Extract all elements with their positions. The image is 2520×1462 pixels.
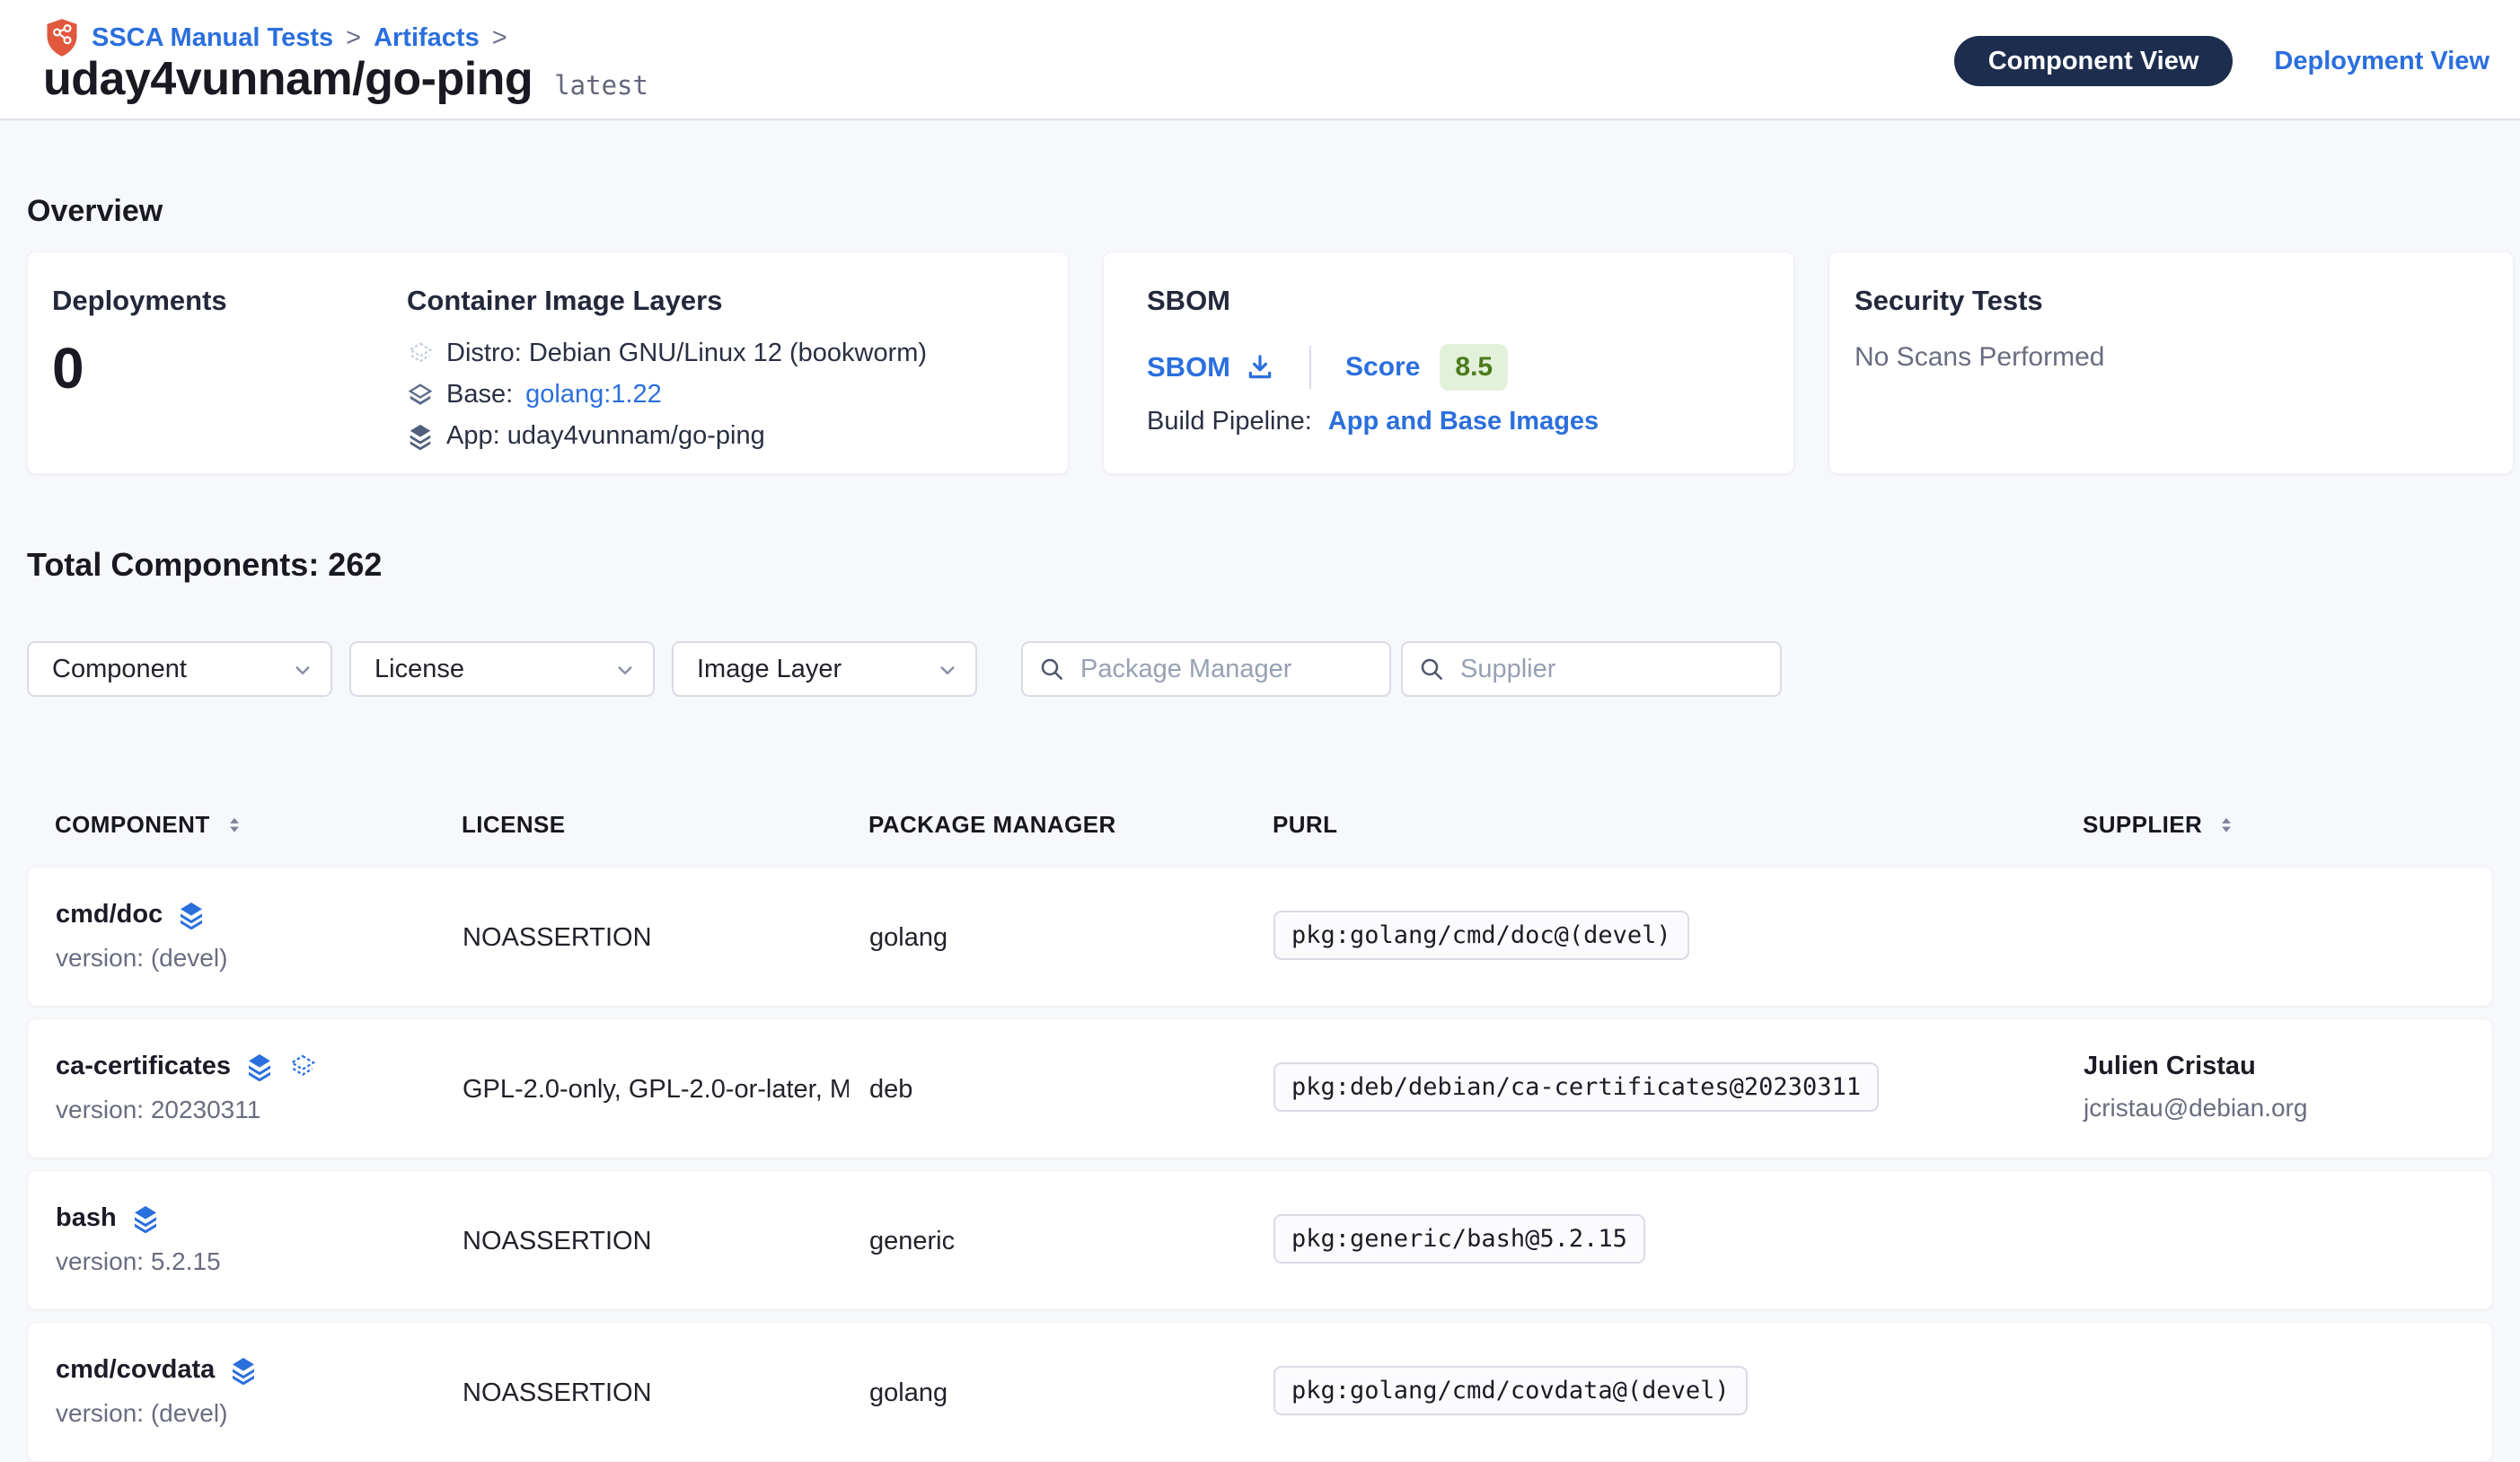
page-title: uday4vunnam/go-ping xyxy=(43,52,533,106)
security-tests-title: Security Tests xyxy=(1855,285,2043,317)
license-filter-label: License xyxy=(374,655,464,683)
chevron-down-icon xyxy=(289,656,316,683)
sbom-download-link[interactable]: SBOM xyxy=(1147,351,1275,383)
purl-badge: pkg:golang/cmd/covdata@(devel) xyxy=(1273,1366,1748,1415)
container-image-layers-title: Container Image Layers xyxy=(407,285,722,317)
sbom-link-label: SBOM xyxy=(1147,351,1230,383)
component-version: version: 20230311 xyxy=(56,1096,317,1124)
app-layer-icon xyxy=(407,423,434,450)
license-cell: NOASSERTION xyxy=(463,923,652,953)
score-label: Score xyxy=(1345,352,1420,383)
component-version: version: (devel) xyxy=(56,944,227,973)
supplier-name: Julien Cristau xyxy=(2084,1052,2307,1081)
chevron-down-icon xyxy=(934,656,961,683)
supplier-search-input[interactable] xyxy=(1401,641,1782,697)
breadcrumb-link-ssca[interactable]: SSCA Manual Tests xyxy=(92,23,333,53)
package-manager-search xyxy=(1021,641,1391,697)
base-image-link[interactable]: golang:1.22 xyxy=(525,380,662,410)
overview-title: Overview xyxy=(27,194,163,229)
vertical-divider xyxy=(1309,346,1311,389)
score-badge: 8.5 xyxy=(1440,344,1508,391)
component-name: cmd/doc xyxy=(56,900,163,929)
filter-bar: Component License Image Layer xyxy=(27,641,1782,697)
column-header-package-manager: PACKAGE MANAGER xyxy=(868,811,1116,839)
component-name: ca-certificates xyxy=(56,1052,231,1081)
artifact-tag: latest xyxy=(554,70,648,101)
distro-layer-label: Distro: Debian GNU/Linux 12 (bookworm) xyxy=(446,339,927,368)
component-filter-label: Component xyxy=(52,655,187,683)
table-row[interactable]: ca-certificates version: 20230311 xyxy=(27,1018,2493,1158)
distro-layer-icon xyxy=(288,1052,317,1081)
package-manager-search-input[interactable] xyxy=(1021,641,1391,697)
security-tests-status: No Scans Performed xyxy=(1855,342,2104,373)
components-table-header: COMPONENT LICENSE PACKAGE MANAGER PURL S… xyxy=(0,811,2520,847)
license-cell: NOASSERTION xyxy=(463,1227,652,1256)
component-name: bash xyxy=(56,1203,117,1233)
column-header-supplier: SUPPLIER xyxy=(2083,811,2202,839)
distro-layer-row: Distro: Debian GNU/Linux 12 (bookworm) xyxy=(407,339,927,368)
app-layer-icon xyxy=(245,1052,274,1081)
base-layer-icon xyxy=(407,382,434,409)
image-layer-filter-dropdown[interactable]: Image Layer xyxy=(672,641,977,697)
search-icon xyxy=(1037,655,1066,683)
chevron-down-icon xyxy=(612,656,639,683)
deployments-count: 0 xyxy=(52,335,84,401)
package-manager-cell: deb xyxy=(869,1075,912,1105)
component-version: version: (devel) xyxy=(56,1399,258,1428)
app-layer-icon xyxy=(229,1356,258,1385)
image-layer-filter-label: Image Layer xyxy=(697,655,841,683)
search-icon xyxy=(1417,655,1446,683)
table-row[interactable]: cmd/doc version: (devel) NOASSERTION gol… xyxy=(27,867,2493,1007)
base-layer-label: Base: xyxy=(446,380,513,410)
app-layer-label: App: uday4vunnam/go-ping xyxy=(446,421,765,451)
component-version: version: 5.2.15 xyxy=(56,1247,221,1276)
column-header-purl: PURL xyxy=(1273,811,1337,839)
component-filter-dropdown[interactable]: Component xyxy=(27,641,332,697)
supplier-search xyxy=(1401,641,1782,697)
package-manager-cell: generic xyxy=(869,1227,955,1256)
component-view-button[interactable]: Component View xyxy=(1954,36,2234,86)
component-name: cmd/covdata xyxy=(56,1355,215,1385)
column-header-component: COMPONENT xyxy=(55,811,210,839)
breadcrumb-link-artifacts[interactable]: Artifacts xyxy=(374,23,480,53)
purl-badge: pkg:generic/bash@5.2.15 xyxy=(1273,1214,1645,1264)
license-cell: GPL-2.0-only, GPL-2.0-or-later, M... xyxy=(463,1075,849,1105)
deployment-view-button[interactable]: Deployment View xyxy=(2274,47,2489,76)
components-table: cmd/doc version: (devel) NOASSERTION gol… xyxy=(27,867,2493,1462)
license-filter-dropdown[interactable]: License xyxy=(349,641,655,697)
total-components-title: Total Components: 262 xyxy=(27,546,382,584)
deployments-label: Deployments xyxy=(52,285,227,317)
sort-component-button[interactable] xyxy=(223,816,246,834)
build-pipeline-label: Build Pipeline: xyxy=(1147,407,1312,436)
download-icon[interactable] xyxy=(1245,352,1275,383)
security-tests-card: Security Tests No Scans Performed xyxy=(1828,251,2514,474)
app-layer-icon xyxy=(131,1204,160,1233)
column-header-license: LICENSE xyxy=(462,811,565,839)
distro-layer-icon xyxy=(407,340,434,367)
license-cell: NOASSERTION xyxy=(463,1378,652,1408)
table-row[interactable]: cmd/covdata version: (devel) NOASSERTION… xyxy=(27,1322,2493,1462)
breadcrumb-separator: > xyxy=(492,23,507,53)
purl-badge: pkg:deb/debian/ca-certificates@20230311 xyxy=(1273,1062,1879,1112)
supplier-email: jcristau@debian.org xyxy=(2084,1094,2307,1123)
app-layer-row: App: uday4vunnam/go-ping xyxy=(407,421,927,451)
build-pipeline-link[interactable]: App and Base Images xyxy=(1328,407,1599,436)
sbom-card: SBOM SBOM Score 8.5 Build Pipeline: App … xyxy=(1103,251,1794,474)
purl-badge: pkg:golang/cmd/doc@(devel) xyxy=(1273,911,1689,960)
package-manager-cell: golang xyxy=(869,1378,947,1408)
breadcrumb-separator: > xyxy=(346,23,361,53)
sort-supplier-button[interactable] xyxy=(2215,816,2238,834)
base-layer-row: Base: golang:1.22 xyxy=(407,380,927,410)
app-layer-icon xyxy=(177,901,206,929)
package-manager-cell: golang xyxy=(869,923,947,953)
deployments-layers-card: Deployments 0 Container Image Layers Dis… xyxy=(27,251,1069,474)
sbom-card-title: SBOM xyxy=(1147,285,1230,317)
page-header: SSCA Manual Tests > Artifacts > uday4vun… xyxy=(0,0,2520,120)
table-row[interactable]: bash version: 5.2.15 NOASSERTION generic… xyxy=(27,1170,2493,1310)
supplier-cell: Julien Cristau jcristau@debian.org xyxy=(2084,1052,2307,1123)
